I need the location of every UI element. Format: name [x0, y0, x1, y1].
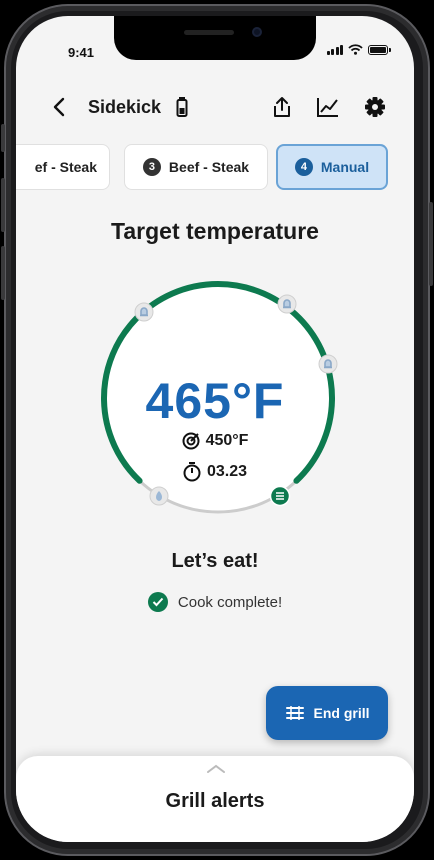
end-grill-button[interactable]: End grill	[266, 686, 388, 740]
volume-down-button	[1, 246, 5, 300]
tab-number: 4	[294, 158, 313, 176]
battery-icon	[368, 44, 391, 55]
silent-switch	[1, 124, 5, 152]
bell-icon[interactable]	[318, 354, 338, 374]
current-temperature-row: 450°F	[16, 432, 414, 450]
app-header: Sidekick	[16, 88, 414, 128]
status-title: Let’s eat!	[171, 550, 259, 572]
wifi-icon	[348, 44, 363, 55]
grill-alerts-title: Grill alerts	[165, 790, 265, 812]
share-icon[interactable]	[272, 96, 292, 123]
bell-icon[interactable]	[134, 302, 154, 322]
screen: 9:41 Sidekick ef - Steak 3 Beef - Steak …	[16, 16, 414, 842]
tab-label: Manual	[320, 159, 370, 175]
current-temperature-value: 450°F	[205, 432, 249, 449]
target-temperature-title: Target temperature	[111, 218, 319, 244]
timer-icon	[183, 462, 201, 482]
tab-manual[interactable]: 4 Manual	[276, 144, 388, 190]
notch	[114, 16, 316, 60]
front-camera	[252, 27, 262, 37]
cook-status-text: Cook complete!	[177, 593, 283, 611]
probe-target-icon	[182, 432, 200, 450]
page-title: Sidekick	[88, 97, 162, 117]
tab-number: 3	[142, 158, 161, 176]
volume-up-button	[1, 178, 5, 232]
chevron-up-icon[interactable]	[206, 764, 226, 774]
tab-label: ef - Steak	[34, 159, 97, 175]
status-time: 9:41	[68, 45, 95, 60]
bell-icon[interactable]	[277, 294, 297, 314]
cook-tabs: ef - Steak 3 Beef - Steak 4 Manual	[16, 144, 414, 192]
flame-icon[interactable]	[149, 486, 169, 506]
cellular-signal-icon	[326, 44, 343, 55]
timer-value: 03.23	[206, 463, 248, 480]
end-grill-label: End grill	[313, 705, 370, 721]
power-button	[429, 202, 433, 286]
check-icon	[147, 592, 168, 612]
cook-status: Cook complete!	[16, 592, 414, 612]
status-icons	[326, 44, 391, 55]
probe-battery-icon	[176, 97, 188, 122]
grill-icon[interactable]	[269, 485, 291, 507]
tab-label: Beef - Steak	[168, 159, 250, 175]
back-arrow-icon[interactable]	[52, 96, 66, 122]
grill-icon	[285, 706, 304, 720]
tab-beef-steak-2[interactable]: ef - Steak	[16, 144, 110, 190]
gear-icon[interactable]	[364, 96, 386, 123]
target-temperature-value: 465°F	[145, 373, 285, 429]
grill-alerts-sheet[interactable]: Grill alerts	[16, 756, 414, 842]
chart-icon[interactable]	[316, 96, 340, 123]
speaker	[184, 30, 234, 35]
timer-row: 03.23	[16, 462, 414, 482]
tab-beef-steak-3[interactable]: 3 Beef - Steak	[124, 144, 268, 190]
